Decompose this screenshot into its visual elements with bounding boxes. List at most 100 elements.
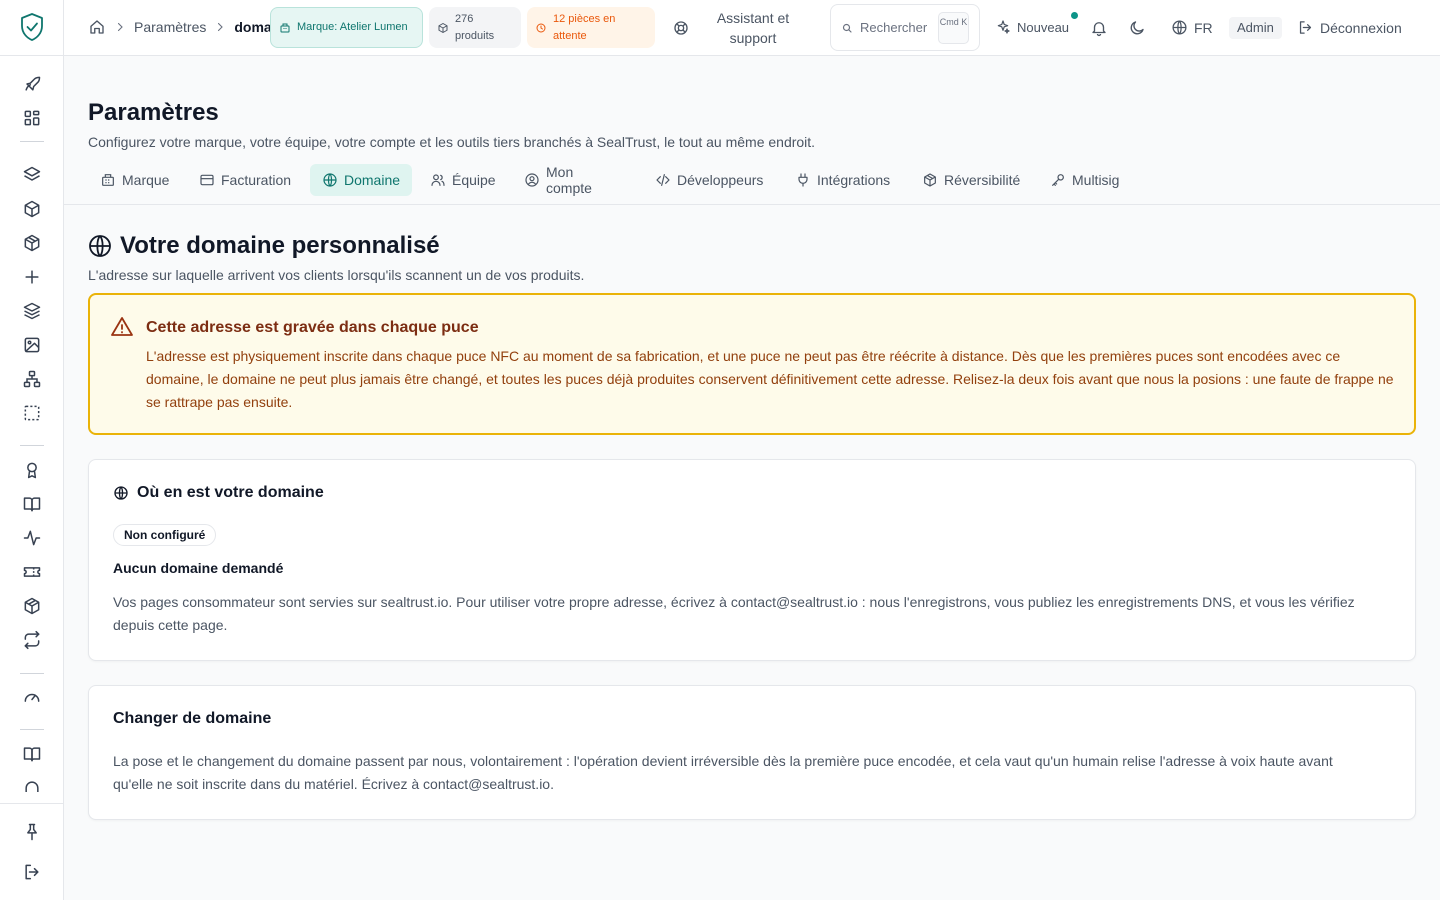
selection-icon[interactable] <box>22 403 42 423</box>
chevron-right-icon <box>114 21 126 33</box>
repeat-icon[interactable] <box>22 630 42 650</box>
main-content: Paramètres Configurez votre marque, votr… <box>64 56 1440 900</box>
products-pill-label: 276 produits <box>455 12 495 42</box>
key-icon <box>1050 172 1066 188</box>
breadcrumb: Paramètres domain <box>88 18 284 36</box>
award-icon[interactable] <box>22 460 42 480</box>
support-button[interactable]: Assistant et support <box>704 8 802 48</box>
logout-button[interactable]: Déconnexion <box>1297 19 1402 36</box>
dashboard-icon[interactable] <box>22 108 42 128</box>
tab-label: Multisig <box>1072 172 1120 188</box>
globe-icon <box>113 485 129 501</box>
box-icon[interactable] <box>22 199 42 219</box>
role-badge: Admin <box>1229 17 1282 39</box>
package-icon <box>922 172 938 188</box>
ticket-icon[interactable] <box>22 562 42 582</box>
tab-reversibilite[interactable]: Réversibilité <box>910 164 1032 196</box>
globe-icon <box>322 172 338 188</box>
tab-mon-compte[interactable]: Mon compte <box>512 164 604 196</box>
new-button-label: Nouveau <box>1017 19 1070 35</box>
moon-icon[interactable] <box>1128 19 1146 37</box>
language-button[interactable]: FR <box>1171 19 1213 36</box>
tab-label: Développeurs <box>677 172 764 188</box>
language-label: FR <box>1194 19 1213 36</box>
tab-integrations[interactable]: Intégrations <box>783 164 902 196</box>
rocket-icon[interactable] <box>22 74 42 94</box>
tab-marque[interactable]: Marque <box>88 164 181 196</box>
page-subtitle: Configurez votre marque, votre équipe, v… <box>88 134 816 150</box>
chevron-right-icon <box>214 21 226 33</box>
sidebar-divider <box>0 803 64 804</box>
status-card-title: Où en est votre domaine <box>113 484 324 502</box>
tab-facturation[interactable]: Facturation <box>187 164 303 196</box>
user-circle-icon <box>524 172 540 188</box>
activity-icon[interactable] <box>22 528 42 548</box>
code-icon <box>655 172 671 188</box>
layers-icon[interactable] <box>22 165 42 185</box>
tab-label: Marque <box>122 172 170 188</box>
sparkles-icon <box>995 19 1011 35</box>
magnet-icon[interactable] <box>22 778 42 792</box>
tab-label: Équipe <box>452 172 496 188</box>
stack-icon[interactable] <box>22 301 42 321</box>
pending-pill-label: 12 pièces en attente <box>553 12 616 42</box>
tab-label: Domaine <box>344 172 401 188</box>
cube-icon[interactable] <box>22 596 42 616</box>
book-open-icon[interactable] <box>22 494 42 514</box>
brand-pill-label: Marque: Atelier Lumen <box>297 21 408 33</box>
products-pill[interactable]: 276 produits <box>429 7 521 48</box>
sidebar-divider <box>0 55 64 56</box>
new-indicator-dot <box>1071 12 1078 19</box>
logout-icon <box>1297 19 1314 36</box>
tab-label: Intégrations <box>817 172 891 188</box>
package-icon[interactable] <box>22 233 42 253</box>
warning-title: Cette adresse est gravée dans chaque puc… <box>146 319 479 336</box>
tab-developpeurs[interactable]: Développeurs <box>643 164 775 196</box>
section-title-text: Votre domaine personnalisé <box>120 232 440 259</box>
pin-icon[interactable] <box>22 822 42 842</box>
breadcrumb-parent[interactable]: Paramètres <box>134 19 206 35</box>
credit-card-icon <box>199 172 215 188</box>
alert-triangle-icon <box>110 315 134 339</box>
shield-logo-icon[interactable] <box>19 12 45 42</box>
warning-banner: Cette adresse est gravée dans chaque puc… <box>88 293 1416 435</box>
image-icon[interactable] <box>22 335 42 355</box>
search-icon <box>841 22 853 34</box>
sidebar-separator <box>20 141 44 142</box>
lifebuoy-icon[interactable] <box>672 19 690 37</box>
tab-label: Mon compte <box>546 164 592 196</box>
status-card-title-text: Où en est votre domaine <box>137 484 324 501</box>
tab-label: Réversibilité <box>944 172 1021 188</box>
brand-pill[interactable]: Marque: Atelier Lumen <box>270 7 423 48</box>
sidebar <box>0 0 64 900</box>
building-icon <box>279 22 291 34</box>
pending-pill[interactable]: 12 pièces en attente <box>527 7 655 48</box>
change-domain-card: Changer de domaine La pose et le changem… <box>88 685 1416 820</box>
users-icon <box>430 172 446 188</box>
tab-equipe[interactable]: Équipe <box>418 164 508 196</box>
home-icon[interactable] <box>88 18 106 36</box>
book-icon[interactable] <box>22 744 42 764</box>
status-card-body: Vos pages consommateur sont servies sur … <box>113 594 1355 633</box>
logout-label: Déconnexion <box>1320 19 1402 36</box>
tab-multisig[interactable]: Multisig <box>1038 164 1131 196</box>
sidebar-separator <box>20 673 44 674</box>
bell-icon[interactable] <box>1090 19 1108 37</box>
page-title: Paramètres <box>88 99 219 126</box>
change-card-body: La pose et le changement du domaine pass… <box>113 753 1333 792</box>
warning-body: L'adresse est physiquement inscrite dans… <box>146 348 1394 410</box>
gauge-icon[interactable] <box>22 687 42 707</box>
section-title: Votre domaine personnalisé <box>88 232 440 260</box>
tab-label: Facturation <box>221 172 292 188</box>
change-card-title: Changer de domaine <box>113 710 272 727</box>
new-button[interactable]: Nouveau <box>995 19 1069 35</box>
plug-icon <box>795 172 811 188</box>
box-icon <box>437 22 449 34</box>
logout-icon[interactable] <box>22 862 42 882</box>
status-text: Aucun domaine demandé <box>113 560 284 576</box>
clock-icon <box>535 22 547 34</box>
plus-icon[interactable] <box>22 267 42 287</box>
search-box[interactable]: Rechercher Cmd K <box>830 4 980 51</box>
network-icon[interactable] <box>22 369 42 389</box>
tab-domaine[interactable]: Domaine <box>310 164 413 196</box>
